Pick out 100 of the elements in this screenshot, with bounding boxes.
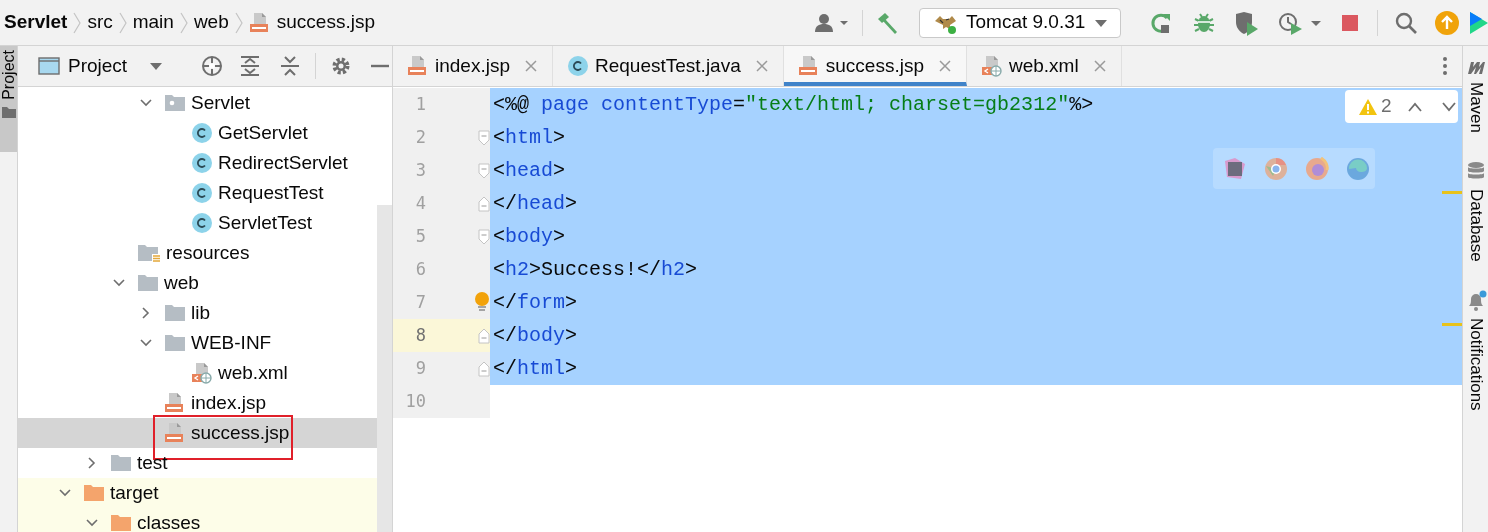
tool-window-button[interactable]: Database [1465,161,1486,262]
close-icon[interactable] [937,59,952,73]
run-configuration-dropdown[interactable]: Tomcat 9.0.31 [919,7,1121,38]
tree-row[interactable]: RequestTest [18,178,377,208]
close-icon[interactable] [1092,59,1107,73]
tree-row[interactable]: test [18,448,377,478]
breadcrumb[interactable]: Servlet [4,8,68,37]
class-icon [191,182,213,204]
more-icon[interactable] [1442,56,1448,76]
breadcrumb-separator-icon [118,10,127,35]
tree-item-label: lib [191,300,210,325]
chevron-up-icon[interactable] [1407,101,1422,112]
fold-marker-icon[interactable] [478,195,490,212]
tree-row[interactable]: RedirectServlet [18,148,377,178]
tree-item-label: web.xml [218,360,288,385]
folder-icon [137,272,159,294]
xml-file-icon [191,362,213,384]
fold-marker-icon[interactable] [478,162,490,179]
tree-row[interactable]: GetServlet [18,118,377,148]
editor-tab[interactable]: index.jsp [393,46,553,86]
tree-row[interactable]: lib [18,298,377,328]
tree-row[interactable]: target [18,478,377,508]
breadcrumb[interactable]: src [87,8,113,37]
collapse-all-icon[interactable] [279,55,302,77]
folder-icon [1,105,16,118]
breadcrumb[interactable]: success.jsp [276,8,375,37]
tree-item-label: classes [137,510,201,532]
code-line: <%@ page contentType="text/html; charset=gb2312"%> [493,91,1094,118]
jsp-file-icon [797,55,820,77]
fold-marker-icon[interactable] [478,327,490,344]
code-line: <html> [493,124,566,151]
ide-icon[interactable] [1223,156,1247,181]
app-logo-icon[interactable] [1470,9,1488,36]
browser-icon[interactable] [1305,156,1329,181]
tree-item-label: Servlet [191,90,251,115]
line-number: 5 [414,224,426,248]
line-number: 4 [414,191,426,215]
window-icon [38,56,60,76]
editor-tab[interactable]: RequestTest.java [553,46,784,86]
tree-item-label: success.jsp [191,420,290,445]
tree-row[interactable]: resources [18,238,377,268]
breadcrumb[interactable]: main [132,8,174,37]
code-line: <body> [493,223,566,250]
line-number: 10 [404,389,426,413]
update-icon[interactable] [1434,9,1460,36]
project-tool-window-button[interactable]: Project [0,46,17,152]
tree-item-label: resources [166,240,250,265]
project-view-dropdown[interactable]: Project [68,51,164,81]
editor-tab[interactable]: success.jsp [783,46,967,86]
locate-icon[interactable] [201,55,224,77]
tree-row[interactable]: web [18,268,377,298]
breadcrumb-separator-icon [179,10,188,35]
line-number: 8 [414,323,426,347]
jsp-file-icon [248,11,271,34]
tree-row[interactable]: classes [18,508,377,532]
tree-row[interactable]: WEB-INF [18,328,377,358]
tree-row[interactable]: success.jsp [18,418,377,448]
tree-item-label: test [137,450,168,475]
warning-icon [1359,98,1377,115]
code-line: <h2>Success!</h2> [493,256,698,283]
line-number: 9 [414,356,426,380]
xml-file-icon [980,55,1003,77]
code-line: </body> [493,322,578,349]
line-number: 2 [414,125,426,149]
breadcrumb-separator-icon [234,10,243,35]
tree-row[interactable]: index.jsp [18,388,377,418]
tree-row[interactable]: ServletTest [18,208,377,238]
fold-marker-icon[interactable] [478,228,490,245]
jsp-file-icon [407,55,429,77]
scrollbar[interactable] [377,205,392,532]
tree-item-label: WEB-INF [191,330,272,355]
fold-marker-icon[interactable] [478,129,490,146]
tree-item-label: ServletTest [218,210,312,235]
lightbulb-icon[interactable] [474,291,490,313]
browser-icon[interactable] [1264,156,1288,181]
editor-tab[interactable]: web.xml [966,46,1122,86]
tree-item-label: GetServlet [218,120,308,145]
tree-item-label: web [164,270,199,295]
chevron-down-icon[interactable] [1441,101,1456,112]
folder-icon [164,332,186,354]
tool-window-button[interactable]: Maven [1465,58,1486,134]
line-number: 3 [414,158,426,182]
warning-count[interactable]: 2 [1381,92,1392,121]
jsp-file-icon [164,422,186,444]
tool-window-button[interactable]: Notifications [1464,289,1487,411]
search-icon[interactable] [1394,10,1418,35]
breadcrumb[interactable]: web [193,8,229,37]
tree-row[interactable]: Servlet [18,88,377,118]
tree-row[interactable]: web.xml [18,358,377,388]
code-line: </form> [493,289,578,316]
folder-icon [110,512,132,532]
tree-item-label: index.jsp [191,390,266,415]
expand-all-icon[interactable] [239,55,262,77]
package-folder-icon [164,92,186,114]
folder-icon [83,482,105,504]
close-icon[interactable] [524,59,538,73]
close-icon[interactable] [754,59,769,73]
fold-marker-icon[interactable] [478,360,490,377]
class-icon [191,152,213,174]
class-icon [191,122,213,144]
